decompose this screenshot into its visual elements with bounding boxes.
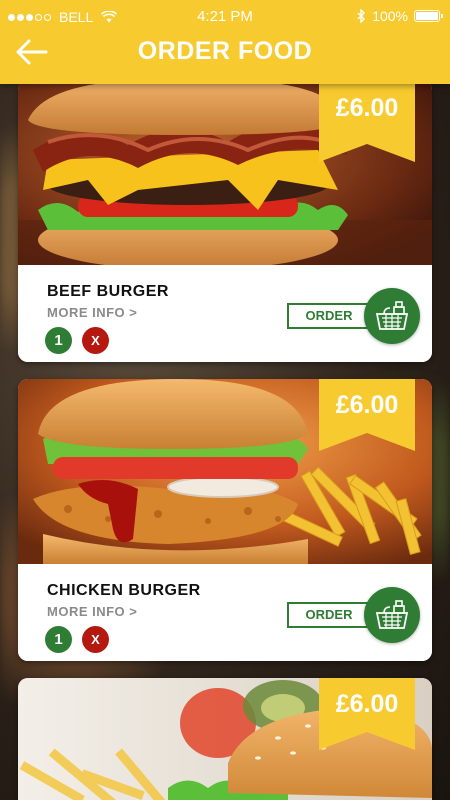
price-label: £6.00 (335, 94, 399, 122)
remove-button[interactable]: X (82, 327, 109, 354)
page-title: ORDER FOOD (137, 37, 313, 65)
beef-burger-info: BEEF BURGER MORE INFO > 1 X ORDER (18, 265, 432, 362)
price-label: £6.00 (335, 391, 399, 419)
price-label: £6.00 (335, 690, 399, 718)
app-header: BELL 4:21 PM 100% ORDER FOOD (0, 0, 450, 84)
status-right: 100% (356, 8, 443, 24)
remove-button[interactable]: X (82, 626, 109, 653)
menu-item-card-third: £6.00 (18, 678, 432, 800)
basket-icon[interactable] (364, 587, 420, 643)
order-button[interactable]: ORDER (287, 303, 371, 329)
item-name: BEEF BURGER (47, 283, 169, 300)
quantity-badge[interactable]: 1 (45, 327, 72, 354)
status-bar: BELL 4:21 PM 100% (0, 0, 450, 34)
chicken-burger-info: CHICKEN BURGER MORE INFO > 1 X ORDER (18, 564, 432, 661)
more-info-link[interactable]: MORE INFO > (47, 604, 137, 619)
bluetooth-icon (357, 9, 366, 23)
basket-icon[interactable] (364, 288, 420, 344)
menu-item-card-beef-burger: BEEF BURGER MORE INFO > 1 X ORDER £6.00 (18, 80, 432, 362)
battery-percent: 100% (372, 8, 408, 24)
quantity-badge[interactable]: 1 (45, 626, 72, 653)
more-info-link[interactable]: MORE INFO > (47, 305, 137, 320)
order-button[interactable]: ORDER (287, 602, 371, 628)
item-name: CHICKEN BURGER (47, 582, 201, 599)
battery-icon (414, 10, 443, 22)
menu-item-card-chicken-burger: CHICKEN BURGER MORE INFO > 1 X ORDER £6.… (18, 379, 432, 661)
